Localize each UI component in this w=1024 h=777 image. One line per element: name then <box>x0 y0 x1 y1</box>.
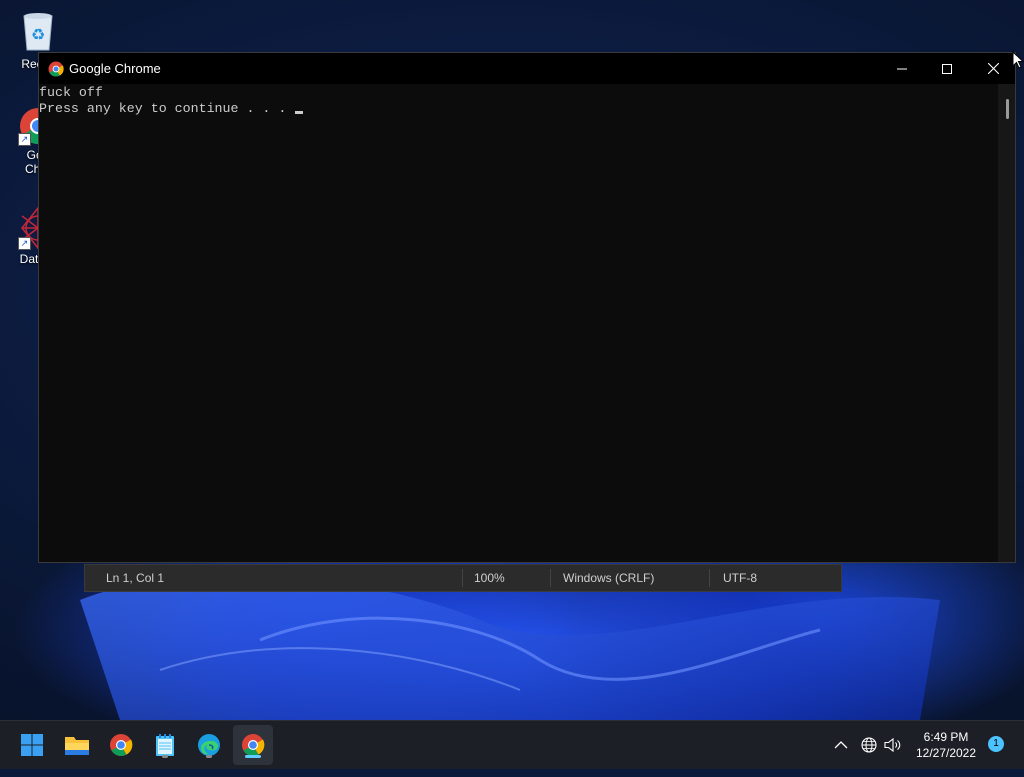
svg-text:♻: ♻ <box>31 25 45 44</box>
shortcut-arrow-icon: ↗ <box>18 237 31 250</box>
chevron-up-icon <box>834 741 848 749</box>
vertical-scrollbar[interactable] <box>998 84 1015 562</box>
status-cursor-position: Ln 1, Col 1 <box>106 571 165 585</box>
taskbar-file-explorer[interactable] <box>61 729 93 761</box>
clock-date: 12/27/2022 <box>915 746 977 760</box>
console-output[interactable]: fuck off Press any key to continue . . . <box>39 84 997 562</box>
status-line-ending: Windows (CRLF) <box>563 571 655 585</box>
taskbar-edge[interactable] <box>193 729 225 761</box>
minimize-icon <box>897 68 907 69</box>
start-button[interactable] <box>16 729 48 761</box>
status-encoding: UTF-8 <box>723 571 757 585</box>
taskbar-chrome-active[interactable] <box>237 729 269 761</box>
console-prompt-text: Press any key to continue . . . <box>39 101 295 116</box>
show-hidden-icons-button[interactable] <box>832 721 850 769</box>
globe-icon <box>861 737 877 753</box>
scrollbar-thumb[interactable] <box>1006 99 1009 119</box>
maximize-icon <box>942 63 952 74</box>
status-separator <box>462 569 463 587</box>
window-titlebar[interactable]: Google Chrome <box>39 53 1015 84</box>
file-explorer-icon <box>65 737 89 755</box>
window-title: Google Chrome <box>69 61 161 76</box>
start-icon <box>21 734 43 756</box>
running-indicator <box>162 755 168 758</box>
close-button[interactable] <box>970 53 1016 84</box>
active-indicator <box>245 755 261 758</box>
console-window[interactable]: Google Chrome fuck off Press any key to … <box>38 52 1016 563</box>
chrome-icon <box>48 61 64 77</box>
shortcut-arrow-icon: ↗ <box>18 133 31 146</box>
speaker-icon <box>884 737 901 753</box>
chrome-icon <box>110 734 133 756</box>
recycle-bin-icon: ♻ <box>23 13 53 51</box>
taskbar-notepad[interactable] <box>149 729 181 761</box>
status-separator <box>709 569 710 587</box>
status-zoom[interactable]: 100% <box>474 571 505 585</box>
console-line: fuck off <box>39 85 103 100</box>
minimize-button[interactable] <box>879 53 925 84</box>
clock-button[interactable]: 6:49 PM 12/27/2022 <box>908 729 984 777</box>
running-indicator <box>206 755 212 758</box>
notepad-icon <box>156 734 174 756</box>
volume-button[interactable] <box>884 721 904 769</box>
clock-time: 6:49 PM <box>923 730 969 744</box>
console-line: Press any key to continue . . . <box>39 101 997 117</box>
notification-badge[interactable]: 1 <box>988 736 1004 752</box>
edge-icon <box>198 734 220 756</box>
chrome-active-icon <box>242 734 265 756</box>
maximize-button[interactable] <box>924 53 970 84</box>
close-icon <box>987 63 999 74</box>
notepad-status-bar: Ln 1, Col 1 100% Windows (CRLF) UTF-8 <box>84 564 842 592</box>
mouse-pointer-icon <box>1012 51 1024 69</box>
taskbar: 6:49 PM 12/27/2022 <box>0 720 1024 769</box>
text-cursor <box>295 111 304 114</box>
status-separator <box>550 569 551 587</box>
network-button[interactable] <box>860 721 878 769</box>
taskbar-chrome[interactable] <box>105 729 137 761</box>
